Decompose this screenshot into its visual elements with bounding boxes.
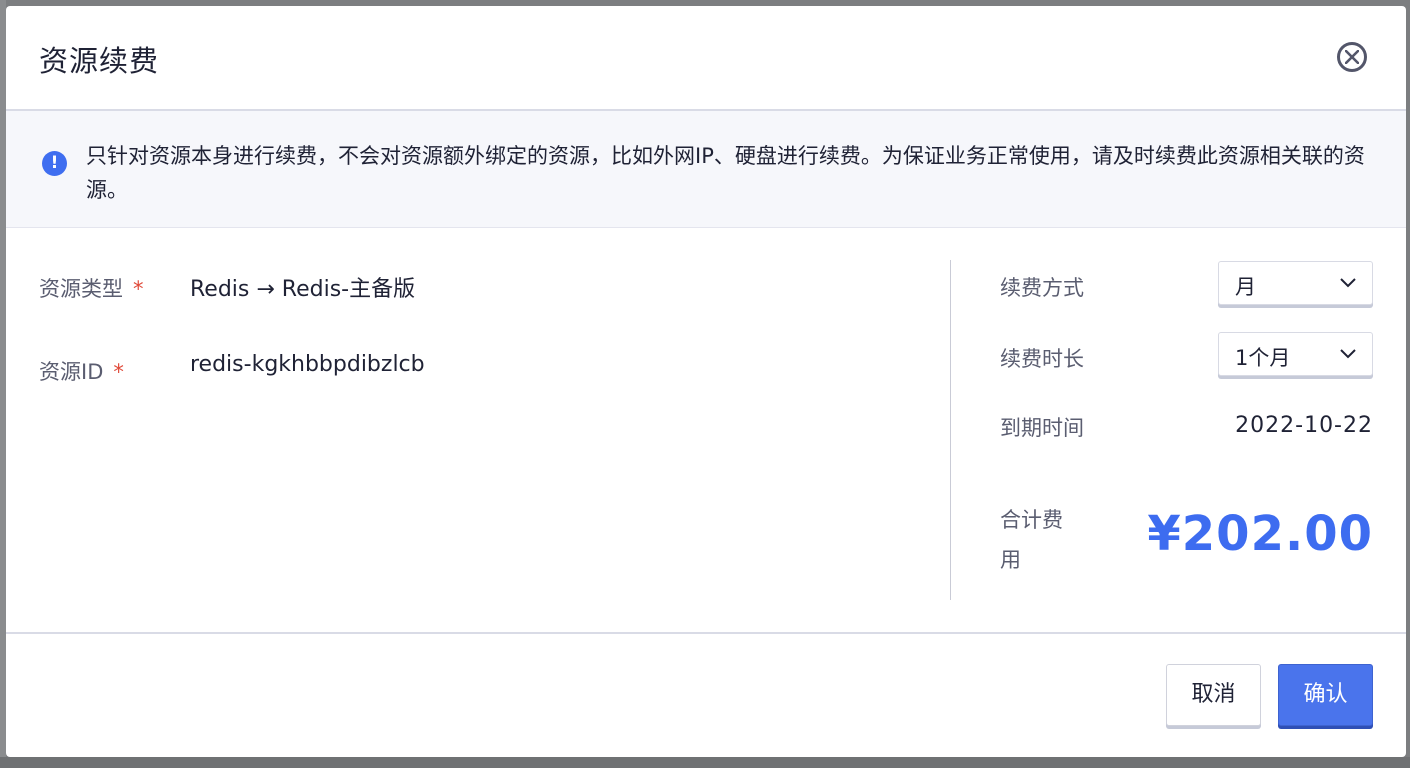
renewal-mode-select[interactable]: 月 bbox=[1218, 261, 1373, 305]
dialog-title: 资源续费 bbox=[39, 44, 160, 78]
cancel-button[interactable]: 取消 bbox=[1166, 664, 1261, 726]
renewal-duration-select[interactable]: 1个月 bbox=[1218, 332, 1373, 376]
resource-id-label: 资源ID * bbox=[39, 356, 124, 386]
resource-type-label: 资源类型 * bbox=[39, 273, 144, 303]
resource-type-label-text: 资源类型 bbox=[39, 277, 123, 301]
footer-divider bbox=[6, 632, 1406, 634]
info-icon: ! bbox=[42, 151, 67, 176]
required-mark: * bbox=[113, 360, 124, 384]
notice-text: 只针对资源本身进行续费，不会对资源额外绑定的资源，比如外网IP、硬盘进行续费。为… bbox=[86, 144, 1365, 202]
resource-id-label-text: 资源ID bbox=[39, 360, 104, 384]
dialog-header: 资源续费 bbox=[6, 6, 1406, 111]
background-overlay-bottom bbox=[0, 757, 1410, 768]
renewal-duration-value: 1个月 bbox=[1235, 346, 1291, 370]
resource-id-value: redis-kgkhbbpdibzlcb bbox=[190, 352, 425, 377]
chevron-down-icon bbox=[1340, 278, 1356, 288]
expire-time-label: 到期时间 bbox=[1000, 416, 1084, 440]
notice-banner: ! 只针对资源本身进行续费，不会对资源额外绑定的资源，比如外网IP、硬盘进行续费… bbox=[6, 111, 1406, 228]
close-button[interactable] bbox=[1337, 42, 1367, 72]
renewal-mode-value: 月 bbox=[1235, 275, 1256, 299]
expire-time-value: 2022-10-22 bbox=[1235, 413, 1373, 438]
renewal-duration-label: 续费时长 bbox=[1000, 347, 1084, 371]
total-cost-value: ¥202.00 bbox=[1147, 506, 1373, 562]
total-cost-label: 合计费用 bbox=[1000, 508, 1063, 572]
chevron-down-icon bbox=[1340, 349, 1356, 359]
confirm-button[interactable]: 确认 bbox=[1278, 664, 1373, 726]
close-icon bbox=[1345, 50, 1359, 64]
renewal-dialog: 资源续费 ! 只针对资源本身进行续费，不会对资源额外绑定的资源，比如外网IP、硬… bbox=[6, 6, 1406, 757]
renewal-mode-label: 续费方式 bbox=[1000, 276, 1084, 300]
required-mark: * bbox=[133, 277, 144, 301]
resource-type-value: Redis → Redis-主备版 bbox=[190, 277, 416, 302]
column-divider bbox=[950, 260, 951, 600]
